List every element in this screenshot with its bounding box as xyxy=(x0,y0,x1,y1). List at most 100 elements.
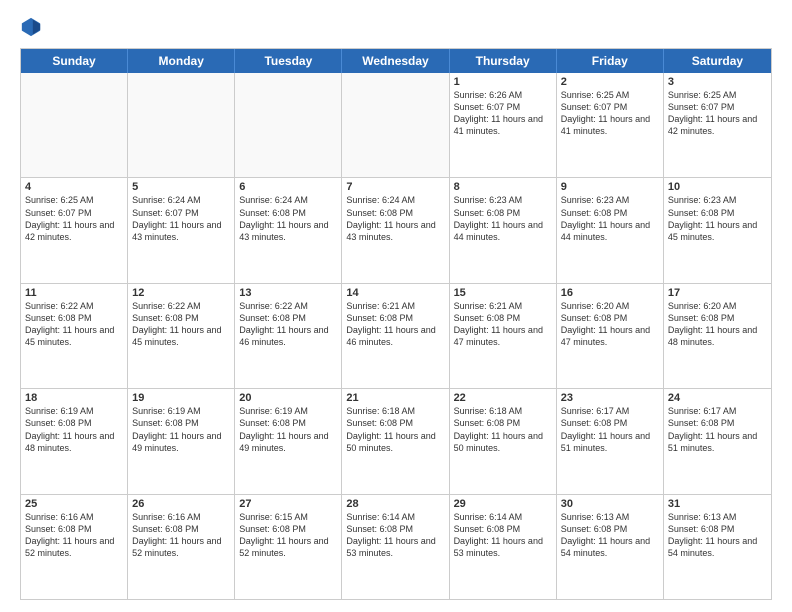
day-info: Sunrise: 6:20 AMSunset: 6:08 PMDaylight:… xyxy=(561,300,659,349)
day-cell xyxy=(128,73,235,177)
day-number: 14 xyxy=(346,287,444,299)
week-row-4: 18Sunrise: 6:19 AMSunset: 6:08 PMDayligh… xyxy=(21,388,771,493)
day-info: Sunrise: 6:15 AMSunset: 6:08 PMDaylight:… xyxy=(239,511,337,560)
calendar: SundayMondayTuesdayWednesdayThursdayFrid… xyxy=(20,48,772,600)
day-number: 13 xyxy=(239,287,337,299)
day-headers: SundayMondayTuesdayWednesdayThursdayFrid… xyxy=(21,49,771,73)
day-info: Sunrise: 6:13 AMSunset: 6:08 PMDaylight:… xyxy=(668,511,767,560)
day-cell: 9Sunrise: 6:23 AMSunset: 6:08 PMDaylight… xyxy=(557,178,664,282)
day-cell: 1Sunrise: 6:26 AMSunset: 6:07 PMDaylight… xyxy=(450,73,557,177)
day-cell: 13Sunrise: 6:22 AMSunset: 6:08 PMDayligh… xyxy=(235,284,342,388)
day-number: 2 xyxy=(561,76,659,88)
day-number: 6 xyxy=(239,181,337,193)
day-cell: 5Sunrise: 6:24 AMSunset: 6:07 PMDaylight… xyxy=(128,178,235,282)
day-number: 16 xyxy=(561,287,659,299)
day-info: Sunrise: 6:21 AMSunset: 6:08 PMDaylight:… xyxy=(454,300,552,349)
day-cell: 3Sunrise: 6:25 AMSunset: 6:07 PMDaylight… xyxy=(664,73,771,177)
day-number: 24 xyxy=(668,392,767,404)
day-info: Sunrise: 6:24 AMSunset: 6:08 PMDaylight:… xyxy=(239,194,337,243)
day-info: Sunrise: 6:14 AMSunset: 6:08 PMDaylight:… xyxy=(454,511,552,560)
day-cell: 7Sunrise: 6:24 AMSunset: 6:08 PMDaylight… xyxy=(342,178,449,282)
day-info: Sunrise: 6:16 AMSunset: 6:08 PMDaylight:… xyxy=(132,511,230,560)
day-header-friday: Friday xyxy=(557,49,664,73)
day-number: 31 xyxy=(668,498,767,510)
day-number: 11 xyxy=(25,287,123,299)
day-cell: 28Sunrise: 6:14 AMSunset: 6:08 PMDayligh… xyxy=(342,495,449,599)
logo-icon xyxy=(20,16,42,38)
logo xyxy=(20,16,46,38)
day-header-wednesday: Wednesday xyxy=(342,49,449,73)
week-row-3: 11 Sunrise: 6:22 AMSunset: 6:08 PMDayligh… xyxy=(21,283,771,388)
day-number: 23 xyxy=(561,392,659,404)
day-header-thursday: Thursday xyxy=(450,49,557,73)
day-number: 18 xyxy=(25,392,123,404)
day-header-monday: Monday xyxy=(128,49,235,73)
day-info: Sunrise: 6:20 AMSunset: 6:08 PMDaylight:… xyxy=(668,300,767,349)
page: SundayMondayTuesdayWednesdayThursdayFrid… xyxy=(0,0,792,612)
day-cell: 31Sunrise: 6:13 AMSunset: 6:08 PMDayligh… xyxy=(664,495,771,599)
day-cell: 26Sunrise: 6:16 AMSunset: 6:08 PMDayligh… xyxy=(128,495,235,599)
day-cell: 30Sunrise: 6:13 AMSunset: 6:08 PMDayligh… xyxy=(557,495,664,599)
day-info: Sunrise: 6:19 AMSunset: 6:08 PMDaylight:… xyxy=(239,405,337,454)
day-cell: 19Sunrise: 6:19 AMSunset: 6:08 PMDayligh… xyxy=(128,389,235,493)
day-number: 28 xyxy=(346,498,444,510)
day-cell: 24Sunrise: 6:17 AMSunset: 6:08 PMDayligh… xyxy=(664,389,771,493)
day-number: 3 xyxy=(668,76,767,88)
weeks-container: 1Sunrise: 6:26 AMSunset: 6:07 PMDaylight… xyxy=(21,73,771,599)
day-number: 19 xyxy=(132,392,230,404)
day-number: 15 xyxy=(454,287,552,299)
day-info: Sunrise: 6:22 AMSunset: 6:08 PMDaylight:… xyxy=(132,300,230,349)
day-cell: 29Sunrise: 6:14 AMSunset: 6:08 PMDayligh… xyxy=(450,495,557,599)
day-cell: 17Sunrise: 6:20 AMSunset: 6:08 PMDayligh… xyxy=(664,284,771,388)
day-info: Sunrise: 6:23 AMSunset: 6:08 PMDaylight:… xyxy=(454,194,552,243)
day-info: Sunrise: 6:18 AMSunset: 6:08 PMDaylight:… xyxy=(346,405,444,454)
day-cell: 8Sunrise: 6:23 AMSunset: 6:08 PMDaylight… xyxy=(450,178,557,282)
day-cell: 4Sunrise: 6:25 AMSunset: 6:07 PMDaylight… xyxy=(21,178,128,282)
day-number: 7 xyxy=(346,181,444,193)
day-cell xyxy=(342,73,449,177)
day-info: Sunrise: 6:16 AMSunset: 6:08 PMDaylight:… xyxy=(25,511,123,560)
day-number: 22 xyxy=(454,392,552,404)
day-cell: 20Sunrise: 6:19 AMSunset: 6:08 PMDayligh… xyxy=(235,389,342,493)
day-number: 20 xyxy=(239,392,337,404)
day-info: Sunrise: 6:17 AMSunset: 6:08 PMDaylight:… xyxy=(668,405,767,454)
day-cell xyxy=(235,73,342,177)
day-cell: 18Sunrise: 6:19 AMSunset: 6:08 PMDayligh… xyxy=(21,389,128,493)
day-number: 9 xyxy=(561,181,659,193)
day-info: Sunrise: 6:23 AMSunset: 6:08 PMDaylight:… xyxy=(561,194,659,243)
day-cell: 21Sunrise: 6:18 AMSunset: 6:08 PMDayligh… xyxy=(342,389,449,493)
day-header-tuesday: Tuesday xyxy=(235,49,342,73)
week-row-1: 1Sunrise: 6:26 AMSunset: 6:07 PMDaylight… xyxy=(21,73,771,177)
day-info: Sunrise: 6:25 AMSunset: 6:07 PMDaylight:… xyxy=(25,194,123,243)
day-cell: 16Sunrise: 6:20 AMSunset: 6:08 PMDayligh… xyxy=(557,284,664,388)
week-row-2: 4Sunrise: 6:25 AMSunset: 6:07 PMDaylight… xyxy=(21,177,771,282)
day-info: Sunrise: 6:25 AMSunset: 6:07 PMDaylight:… xyxy=(668,89,767,138)
day-info: Sunrise: 6:26 AMSunset: 6:07 PMDaylight:… xyxy=(454,89,552,138)
day-cell: 15Sunrise: 6:21 AMSunset: 6:08 PMDayligh… xyxy=(450,284,557,388)
day-info: Sunrise: 6:17 AMSunset: 6:08 PMDaylight:… xyxy=(561,405,659,454)
day-info: Sunrise: 6:22 AMSunset: 6:08 PMDaylight:… xyxy=(239,300,337,349)
day-cell: 6Sunrise: 6:24 AMSunset: 6:08 PMDaylight… xyxy=(235,178,342,282)
day-number: 25 xyxy=(25,498,123,510)
day-info: Sunrise: 6:21 AMSunset: 6:08 PMDaylight:… xyxy=(346,300,444,349)
day-number: 12 xyxy=(132,287,230,299)
day-cell: 12Sunrise: 6:22 AMSunset: 6:08 PMDayligh… xyxy=(128,284,235,388)
day-info: Sunrise: 6:18 AMSunset: 6:08 PMDaylight:… xyxy=(454,405,552,454)
week-row-5: 25Sunrise: 6:16 AMSunset: 6:08 PMDayligh… xyxy=(21,494,771,599)
day-number: 21 xyxy=(346,392,444,404)
day-cell: 23Sunrise: 6:17 AMSunset: 6:08 PMDayligh… xyxy=(557,389,664,493)
day-cell: 10Sunrise: 6:23 AMSunset: 6:08 PMDayligh… xyxy=(664,178,771,282)
day-info: Sunrise: 6:13 AMSunset: 6:08 PMDaylight:… xyxy=(561,511,659,560)
day-number: 8 xyxy=(454,181,552,193)
day-number: 1 xyxy=(454,76,552,88)
day-info: Sunrise: 6:24 AMSunset: 6:07 PMDaylight:… xyxy=(132,194,230,243)
day-number: 27 xyxy=(239,498,337,510)
day-number: 29 xyxy=(454,498,552,510)
day-number: 10 xyxy=(668,181,767,193)
day-info: Sunrise: 6:19 AMSunset: 6:08 PMDaylight:… xyxy=(25,405,123,454)
day-cell xyxy=(21,73,128,177)
day-number: 5 xyxy=(132,181,230,193)
day-cell: 27Sunrise: 6:15 AMSunset: 6:08 PMDayligh… xyxy=(235,495,342,599)
day-cell: 14Sunrise: 6:21 AMSunset: 6:08 PMDayligh… xyxy=(342,284,449,388)
day-header-saturday: Saturday xyxy=(664,49,771,73)
